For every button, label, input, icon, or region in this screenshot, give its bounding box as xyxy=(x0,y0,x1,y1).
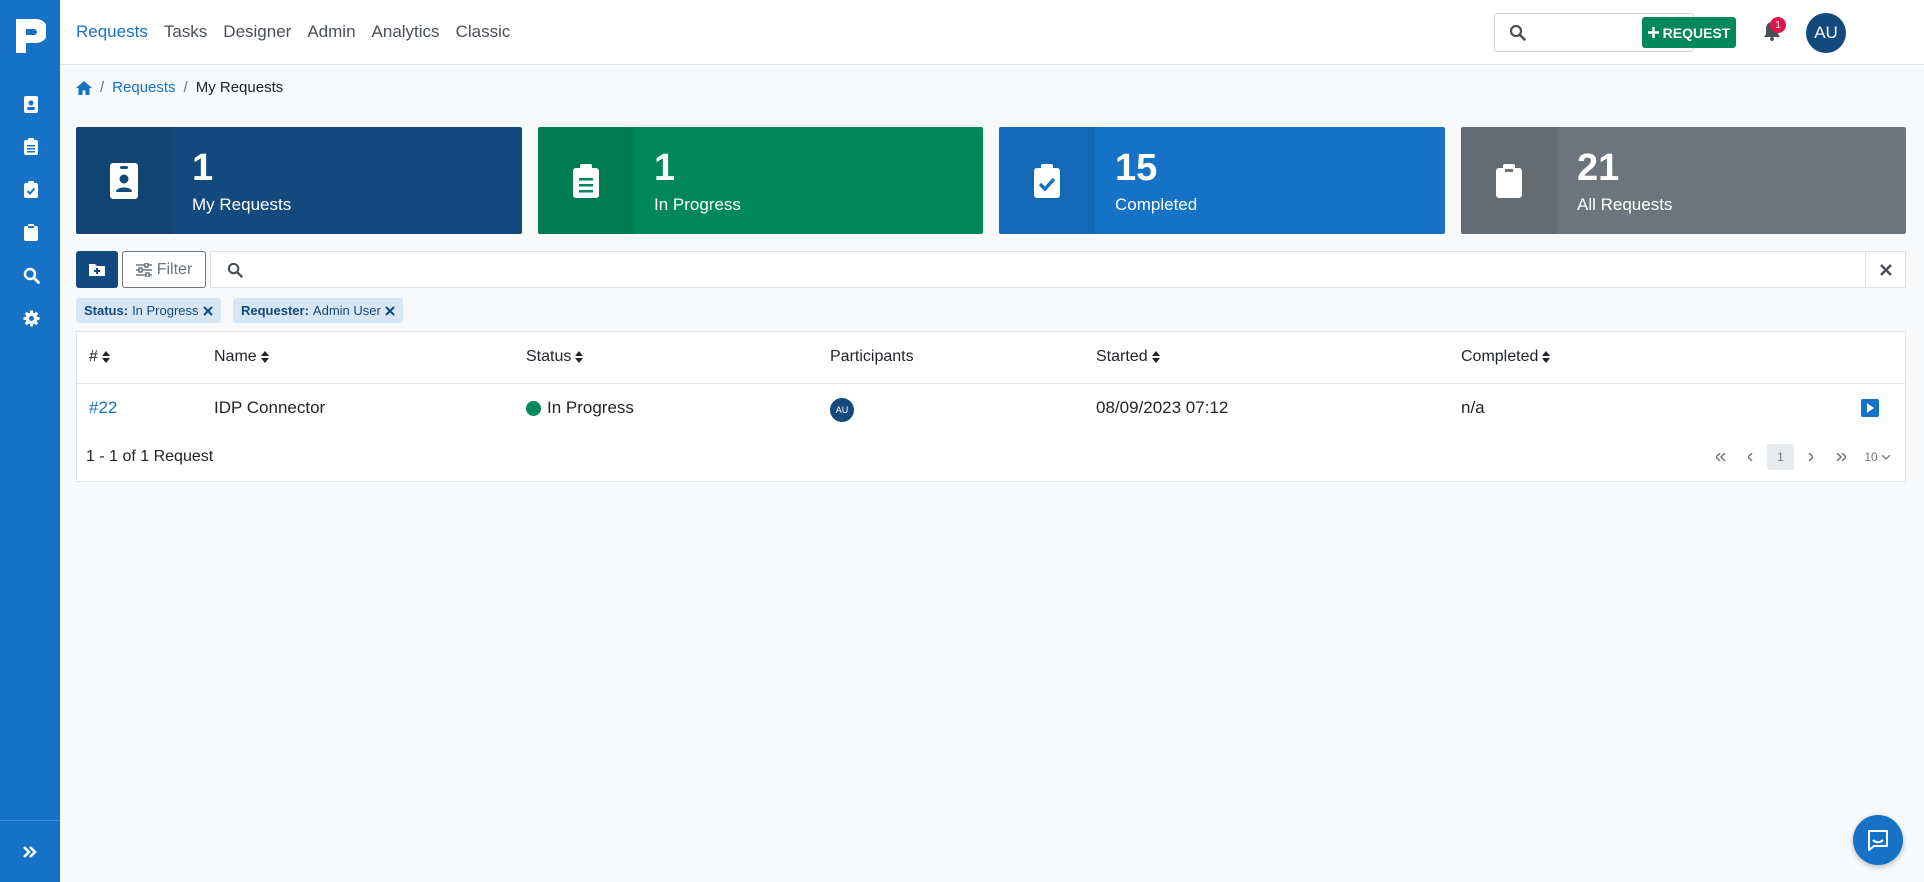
sort-icon xyxy=(575,351,584,363)
caret-right-icon xyxy=(1867,403,1874,413)
chevron-left-icon xyxy=(1748,453,1753,461)
main-nav: Requests Tasks Designer Admin Analytics … xyxy=(76,22,510,42)
request-completed: n/a xyxy=(1461,398,1485,417)
status-dot-icon xyxy=(526,400,541,416)
sidebar xyxy=(0,0,60,882)
nav-item-requests[interactable]: Requests xyxy=(76,22,148,42)
sliders-icon xyxy=(135,262,152,277)
clear-search-button[interactable] xyxy=(1865,252,1905,287)
nav-item-classic[interactable]: Classic xyxy=(456,22,511,42)
breadcrumb-my-requests: My Requests xyxy=(195,79,284,96)
open-request-button[interactable] xyxy=(1861,399,1879,417)
filter-label: Filter xyxy=(156,260,193,278)
new-request-label: REQUEST xyxy=(1662,24,1731,41)
page-1-button[interactable]: 1 xyxy=(1767,444,1794,470)
sort-icon xyxy=(1542,351,1551,363)
double-chevron-right-icon xyxy=(1835,453,1846,461)
pill-key: Status: xyxy=(84,303,129,318)
prev-page-button[interactable] xyxy=(1737,444,1764,470)
settings-gear-icon[interactable] xyxy=(20,307,42,329)
column-header-id[interactable]: # xyxy=(89,348,110,366)
column-header-started[interactable]: Started xyxy=(1096,348,1160,366)
all-requests-icon[interactable] xyxy=(20,221,42,243)
last-page-button[interactable] xyxy=(1827,444,1854,470)
close-icon xyxy=(1879,263,1892,276)
filter-button[interactable]: Filter xyxy=(122,251,206,288)
card-my-requests[interactable]: 1 My Requests xyxy=(76,127,522,234)
card-all-requests[interactable]: 21 All Requests xyxy=(1461,127,1906,234)
processmaker-logo-icon[interactable] xyxy=(14,17,48,55)
new-request-button[interactable]: REQUEST xyxy=(1642,17,1736,48)
clipboard-check-icon xyxy=(1034,163,1060,198)
pill-key: Requester: xyxy=(241,303,309,318)
sort-icon xyxy=(260,351,269,363)
chevron-down-icon xyxy=(1881,454,1890,460)
pill-value: Admin User xyxy=(312,303,381,318)
requests-table: # Name Status Participants Started Compl… xyxy=(76,331,1906,482)
column-header-participants: Participants xyxy=(830,348,914,365)
request-search-input[interactable] xyxy=(210,251,1906,288)
card-label: My Requests xyxy=(192,195,292,214)
pagination-summary: 1 - 1 of 1 Request xyxy=(86,448,214,465)
sort-icon xyxy=(1151,351,1160,363)
request-status: In Progress xyxy=(526,398,634,418)
sort-icon xyxy=(101,351,110,363)
clipboard-icon xyxy=(1496,163,1522,198)
card-completed[interactable]: 15 Completed xyxy=(999,127,1445,234)
remove-filter-icon[interactable] xyxy=(202,305,213,316)
pill-value: In Progress xyxy=(132,303,199,318)
folder-plus-icon xyxy=(89,264,105,276)
tasks-icon[interactable] xyxy=(20,135,42,157)
search-icon xyxy=(227,262,243,278)
request-participants: AU xyxy=(830,398,854,422)
request-id-link[interactable]: #22 xyxy=(89,398,117,418)
card-count: 21 xyxy=(1577,147,1620,189)
chat-support-button[interactable] xyxy=(1853,815,1903,865)
chat-bubble-icon xyxy=(1868,830,1888,851)
search-icon xyxy=(1509,24,1526,41)
clipboard-list-icon xyxy=(573,163,599,198)
column-header-completed[interactable]: Completed xyxy=(1461,348,1551,366)
user-avatar[interactable]: AU xyxy=(1806,13,1846,53)
nav-item-tasks[interactable]: Tasks xyxy=(164,22,207,42)
card-label: All Requests xyxy=(1577,195,1673,214)
column-header-name[interactable]: Name xyxy=(214,348,269,366)
request-name: IDP Connector xyxy=(214,398,326,417)
card-label: In Progress xyxy=(654,195,741,214)
double-chevron-left-icon xyxy=(1715,453,1726,461)
expand-sidebar-button[interactable] xyxy=(0,820,60,882)
column-header-status[interactable]: Status xyxy=(526,348,584,366)
first-page-button[interactable] xyxy=(1707,444,1734,470)
filter-pill-requester: Requester: Admin User xyxy=(233,298,403,323)
chevron-right-icon xyxy=(1808,453,1813,461)
card-count: 1 xyxy=(192,147,214,189)
participant-avatar[interactable]: AU xyxy=(830,398,854,422)
filter-pill-status: Status: In Progress xyxy=(76,298,221,323)
home-icon[interactable] xyxy=(76,80,92,95)
id-badge-icon xyxy=(110,162,138,199)
pagination: 1 10 xyxy=(1707,444,1897,470)
next-page-button[interactable] xyxy=(1797,444,1824,470)
remove-filter-icon[interactable] xyxy=(385,305,395,316)
completed-icon[interactable] xyxy=(20,178,42,200)
card-label: Completed xyxy=(1115,195,1198,214)
breadcrumb-requests[interactable]: Requests xyxy=(112,79,175,96)
saved-search-folder-button[interactable] xyxy=(76,251,118,288)
my-requests-icon[interactable] xyxy=(20,93,42,115)
double-chevron-right-icon xyxy=(23,845,37,858)
nav-item-analytics[interactable]: Analytics xyxy=(372,22,440,42)
notification-badge: 1 xyxy=(1770,17,1786,33)
card-count: 1 xyxy=(654,147,676,189)
search-icon[interactable] xyxy=(20,264,42,286)
breadcrumb: / Requests / My Requests xyxy=(76,79,283,96)
nav-item-designer[interactable]: Designer xyxy=(223,22,291,42)
request-started: 08/09/2023 07:12 xyxy=(1096,398,1229,417)
card-in-progress[interactable]: 1 In Progress xyxy=(538,127,983,234)
card-count: 15 xyxy=(1115,147,1158,189)
nav-item-admin[interactable]: Admin xyxy=(307,22,355,42)
plus-icon xyxy=(1647,27,1659,38)
page-size-select[interactable]: 10 xyxy=(1857,444,1897,470)
